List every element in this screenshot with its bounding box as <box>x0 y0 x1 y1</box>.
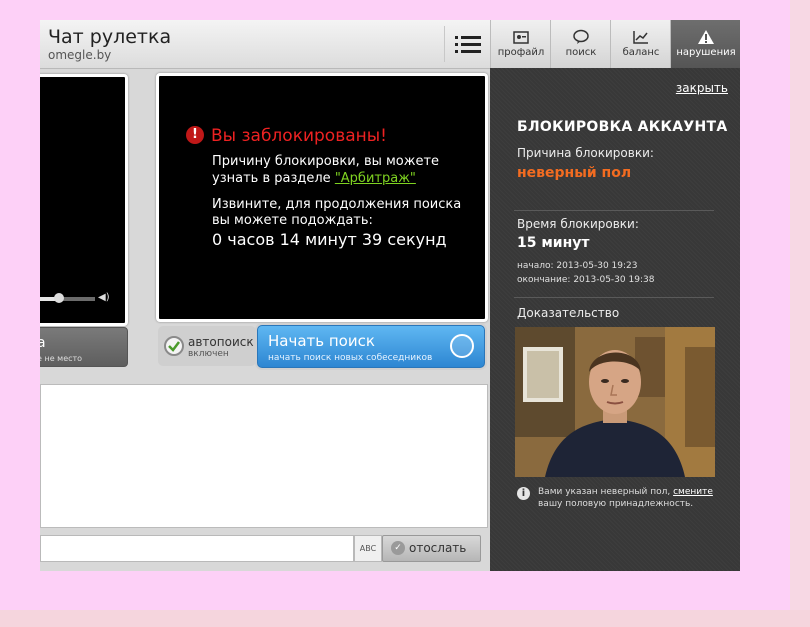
tab-violations[interactable]: нарушения <box>670 20 740 68</box>
check-icon: ✓ <box>391 541 405 555</box>
menu-button[interactable] <box>444 26 485 62</box>
app-subtitle: omegle.by <box>48 48 112 62</box>
evidence-label: Доказательство <box>517 306 620 320</box>
reason-value: неверный пол <box>517 165 632 181</box>
check-icon <box>164 336 184 356</box>
close-link[interactable]: закрыть <box>676 81 728 95</box>
tab-profile[interactable]: профайл <box>490 20 551 68</box>
stop-button-label: а <box>40 335 46 351</box>
tab-search[interactable]: поиск <box>550 20 611 68</box>
error-icon: ! <box>186 126 204 144</box>
send-button[interactable]: ✓ отослать <box>382 535 481 562</box>
message-input[interactable] <box>40 535 354 562</box>
stop-button[interactable]: а е не место <box>40 327 128 367</box>
start-search-sub: начать поиск новых собеседников <box>268 353 433 363</box>
arbitration-link[interactable]: "Арбитраж" <box>335 171 416 186</box>
divider <box>514 210 714 211</box>
block-reason-text: узнать в разделе <box>212 171 331 186</box>
block-end: окончание: 2013-05-30 19:38 <box>517 275 655 285</box>
stop-button-sub: е не место <box>40 354 83 363</box>
reason-label: Причина блокировки: <box>517 146 654 160</box>
time-value: 15 минут <box>517 235 590 251</box>
info-text-part1: Вами указан неверный пол, <box>538 487 671 497</box>
autosearch-toggle[interactable]: автопоиск включен <box>158 326 256 366</box>
info-icon: i <box>517 487 530 500</box>
app-header: Чат рулетка omegle.by <box>40 20 490 69</box>
autosearch-state: включен <box>188 349 229 359</box>
tab-balance[interactable]: баланс <box>610 20 671 68</box>
wait-line2: вы можете подождать: <box>212 213 373 228</box>
change-gender-link[interactable]: смените <box>673 487 713 497</box>
app-title: Чат рулетка <box>48 26 172 48</box>
panel-heading: БЛОКИРОВКА АККАУНТА <box>517 119 728 135</box>
divider <box>514 297 714 298</box>
tab-profile-label: профайл <box>497 47 545 58</box>
time-label: Время блокировки: <box>517 217 639 231</box>
seek-knob[interactable] <box>54 293 64 303</box>
volume-icon[interactable]: ◀) <box>98 292 110 303</box>
page-edge <box>790 0 810 610</box>
chart-icon <box>633 31 648 44</box>
violations-panel: профайл поиск баланс нарушения закрыть Б… <box>490 20 740 571</box>
tab-balance-label: баланс <box>622 47 660 58</box>
block-reason-line2: узнать в разделе "Арбитраж" <box>212 171 416 187</box>
panel-tabs: профайл поиск баланс нарушения <box>490 20 740 68</box>
tab-violations-label: нарушения <box>676 47 736 58</box>
wait-line: Извините, для продолжения поиска <box>212 197 462 212</box>
search-icon <box>450 334 474 358</box>
partner-video: ! Вы заблокированы! Причину блокировки, … <box>156 73 488 322</box>
block-reason-line: Причину блокировки, вы можете <box>212 154 440 169</box>
block-start: начало: 2013-05-30 19:23 <box>517 261 638 271</box>
start-search-label: Начать поиск <box>268 332 375 350</box>
start-search-button[interactable]: Начать поиск начать поиск новых собеседн… <box>257 325 485 368</box>
spellcheck-button[interactable]: ABC <box>354 535 382 562</box>
own-video: ◀) <box>40 74 128 326</box>
info-text: Вами указан неверный пол, смените вашу по… <box>538 486 723 510</box>
blocked-title: Вы заблокированы! <box>211 126 387 146</box>
chat-log[interactable] <box>40 384 488 528</box>
warning-icon <box>698 30 714 44</box>
autosearch-label: автопоиск <box>188 335 254 349</box>
tab-search-label: поиск <box>565 47 597 58</box>
chat-roulette-window: Чат рулетка omegle.by ◀) ! Вы заблокиров… <box>40 20 740 571</box>
profile-icon <box>513 31 529 44</box>
evidence-photo <box>515 327 715 477</box>
block-timer: 0 часов 14 минут 39 секунд <box>212 230 447 249</box>
send-label: отослать <box>409 541 467 555</box>
info-text-part2: вашу половую принадлежность. <box>538 499 694 509</box>
list-menu-icon <box>455 36 481 53</box>
chat-bubble-icon <box>573 29 589 44</box>
